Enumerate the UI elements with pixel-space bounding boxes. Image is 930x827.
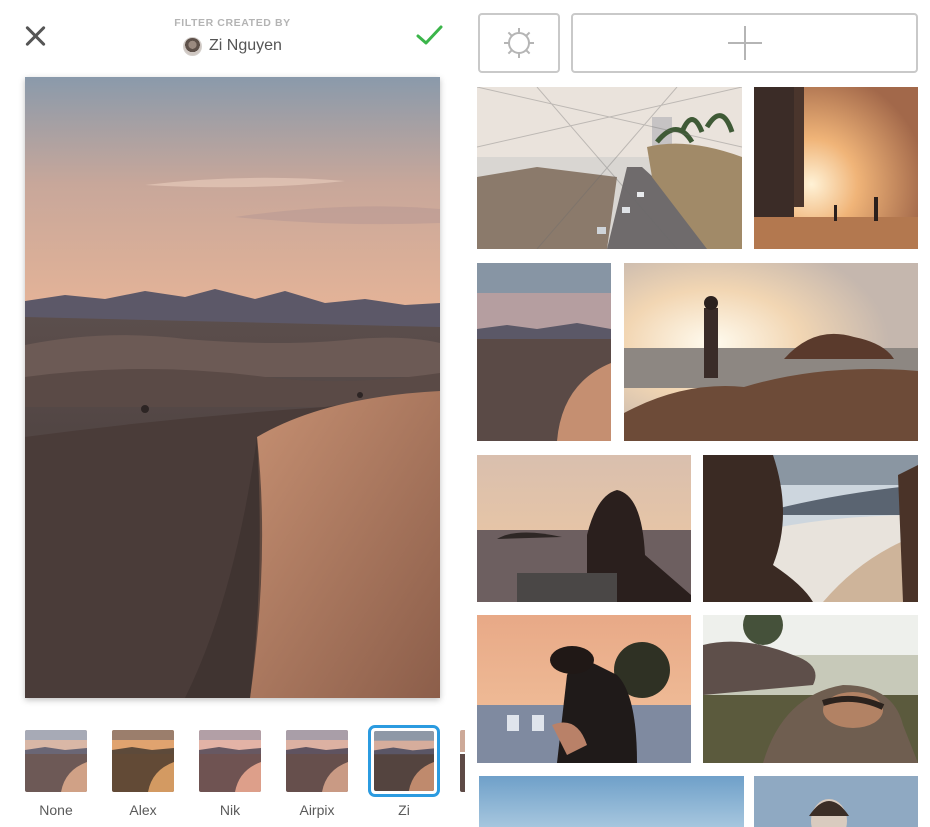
- gallery-photo-portrait[interactable]: [754, 776, 918, 827]
- filter-thumbnail: [199, 730, 261, 792]
- filter-label: Airpix: [299, 802, 335, 818]
- filter-thumbnail: [25, 730, 87, 792]
- author-name: Zi Nguyen: [209, 37, 282, 54]
- gallery-photo-blue-sky[interactable]: [479, 776, 744, 827]
- filter-label: Nik: [219, 802, 241, 818]
- avatar: [183, 36, 203, 56]
- filter-label: Zi: [398, 802, 410, 818]
- filter-option-none[interactable]: None: [21, 722, 91, 822]
- settings-button[interactable]: [478, 13, 560, 73]
- filter-label: None: [39, 802, 73, 818]
- gallery-photo-pier-sunset[interactable]: [754, 87, 918, 249]
- gallery-photo-man-grass[interactable]: [703, 615, 918, 763]
- add-photo-button[interactable]: [571, 13, 918, 73]
- filter-thumbnail: [286, 730, 348, 792]
- gallery-photo-cliff-beach[interactable]: [703, 455, 918, 602]
- filter-option-airpix[interactable]: Airpix: [282, 722, 352, 822]
- filter-option-nik[interactable]: Nik: [195, 722, 265, 822]
- gallery-photo-highway[interactable]: [477, 87, 742, 249]
- gear-icon: [504, 28, 534, 58]
- filter-option-zi[interactable]: Zi: [368, 722, 440, 822]
- filter-option-alex[interactable]: Alex: [108, 722, 178, 822]
- filter-creator-caption: FILTER CREATED BY: [174, 17, 291, 29]
- gallery-photo-woman-sea[interactable]: [477, 455, 691, 602]
- gallery-photo-rock-standing[interactable]: [624, 263, 918, 441]
- filter-option-next[interactable]: [456, 722, 465, 822]
- filter-thumbnail: [112, 730, 174, 792]
- photo-gallery-panel: [465, 0, 930, 827]
- filter-label: Alex: [129, 802, 157, 818]
- checkmark-icon[interactable]: [414, 20, 444, 50]
- filter-author[interactable]: Zi Nguyen: [120, 35, 345, 57]
- gallery-photo-man-cap[interactable]: [477, 615, 691, 763]
- filter-editor-panel: FILTER CREATED BY Zi Nguyen None Alex Ni…: [0, 0, 465, 827]
- close-icon[interactable]: [22, 22, 50, 50]
- plus-icon: [727, 26, 762, 60]
- gallery-photo-desert[interactable]: [477, 263, 611, 441]
- filter-strip[interactable]: None Alex Nik Airpix Zi: [0, 722, 465, 822]
- filter-thumbnail: [374, 731, 434, 791]
- preview-photo: [25, 77, 440, 698]
